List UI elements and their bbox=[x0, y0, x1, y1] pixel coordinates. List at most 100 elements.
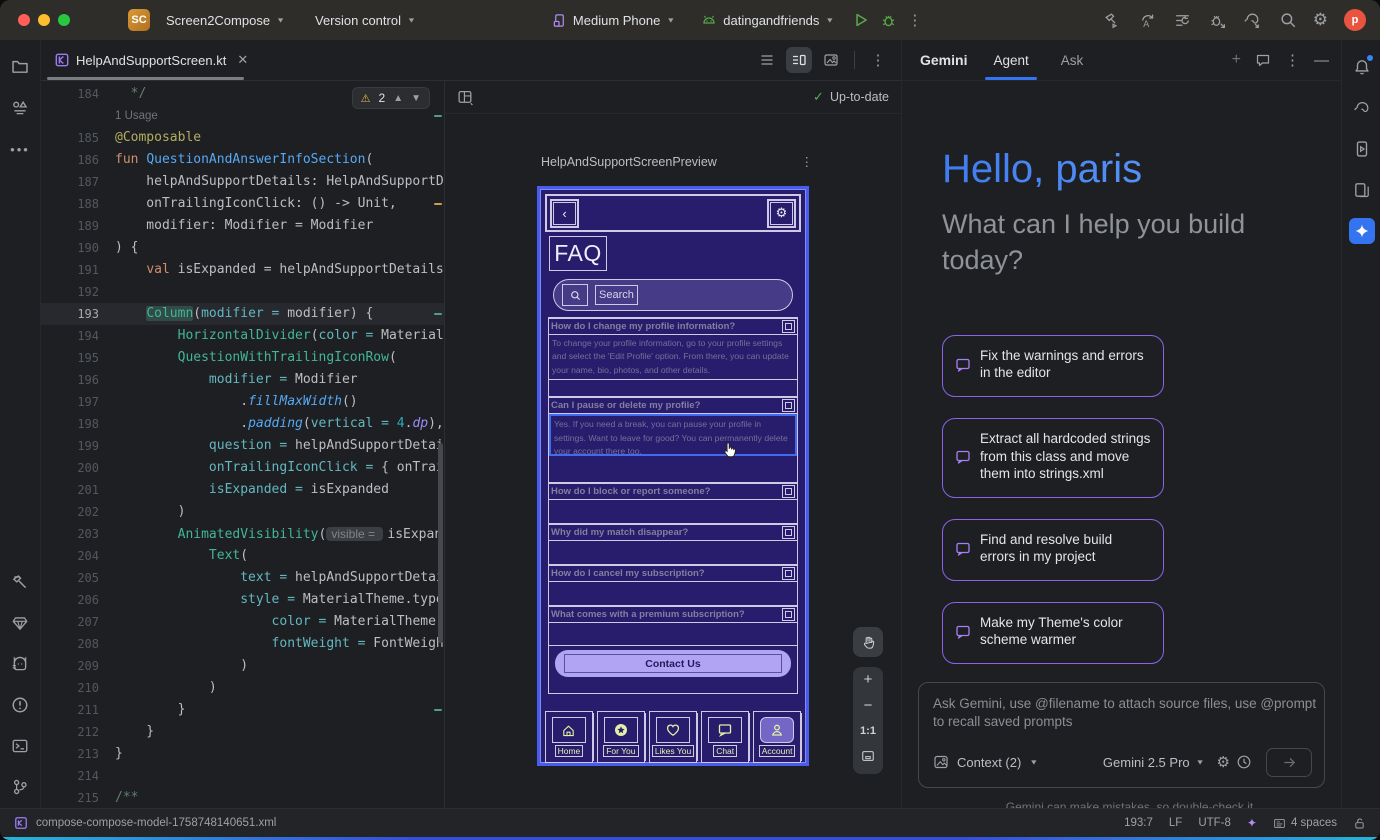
code-line[interactable]: 186fun QuestionAndAnswerInfoSection( bbox=[41, 149, 444, 171]
app-quality-insights-icon[interactable] bbox=[7, 610, 33, 636]
editor-scrollbar[interactable] bbox=[438, 443, 443, 643]
code-line[interactable]: 203 AnimatedVisibility(visible = isExpan bbox=[41, 523, 444, 545]
hide-panel-icon[interactable]: — bbox=[1314, 52, 1329, 69]
code-line[interactable]: 205 text = helpAndSupportDetai bbox=[41, 567, 444, 589]
device-manager-icon[interactable] bbox=[1349, 177, 1375, 203]
gradle-icon[interactable] bbox=[1349, 95, 1375, 121]
zoom-out-button[interactable]: − bbox=[864, 699, 873, 713]
code-line[interactable]: 212 } bbox=[41, 721, 444, 743]
gemini-suggestion-card[interactable]: Extract all hardcoded strings from this … bbox=[942, 418, 1164, 498]
send-button[interactable] bbox=[1266, 748, 1312, 777]
code-line[interactable]: 196 modifier = Modifier bbox=[41, 369, 444, 391]
nav-item-home[interactable]: Home bbox=[545, 711, 593, 763]
version-control-icon[interactable] bbox=[7, 774, 33, 800]
code-line[interactable]: 194 HorizontalDivider(color = Material bbox=[41, 325, 444, 347]
code-view-button[interactable] bbox=[754, 47, 780, 73]
gemini-suggestion-card[interactable]: Fix the warnings and errors in the edito… bbox=[942, 335, 1164, 397]
line-ending[interactable]: LF bbox=[1169, 817, 1182, 829]
code-line[interactable]: 209 ) bbox=[41, 655, 444, 677]
notifications-bell-icon[interactable] bbox=[1349, 54, 1375, 80]
faq-question-row[interactable]: Can I pause or delete my profile? bbox=[549, 397, 797, 414]
more-tool-windows-icon[interactable]: ••• bbox=[7, 136, 33, 162]
attach-debugger-icon[interactable] bbox=[1208, 11, 1227, 30]
debug-button[interactable] bbox=[880, 12, 897, 29]
layout-options-icon[interactable] bbox=[457, 89, 474, 106]
zoom-in-button[interactable]: + bbox=[864, 673, 873, 687]
panel-options-kebab-icon[interactable]: ⋮ bbox=[1285, 51, 1300, 69]
model-selector[interactable]: Gemini 2.5 Pro bbox=[1103, 755, 1190, 770]
code-line[interactable]: 215/** bbox=[41, 787, 444, 808]
chat-history-icon[interactable] bbox=[1255, 52, 1271, 68]
expand-toggle-icon[interactable] bbox=[782, 526, 795, 539]
search-everywhere-icon[interactable] bbox=[1279, 11, 1297, 29]
zoom-ratio-button[interactable]: 1:1 bbox=[860, 725, 876, 737]
expand-toggle-icon[interactable] bbox=[782, 608, 795, 621]
code-line[interactable]: 202 ) bbox=[41, 501, 444, 523]
gemini-suggestion-card[interactable]: Make my Theme's color scheme warmer bbox=[942, 602, 1164, 664]
code-line[interactable]: 197 .fillMaxWidth() bbox=[41, 391, 444, 413]
settings-gear-icon[interactable]: ⚙ bbox=[1313, 10, 1328, 30]
error-stripe-mark[interactable] bbox=[434, 313, 442, 315]
expand-toggle-icon[interactable] bbox=[782, 567, 795, 580]
search-input[interactable]: Search bbox=[595, 285, 638, 305]
code-line[interactable]: 188 onTrailingIconClick: () -> Unit, bbox=[41, 193, 444, 215]
run-button[interactable] bbox=[852, 11, 870, 29]
caret-position[interactable]: 193:7 bbox=[1124, 817, 1153, 829]
settings-button[interactable]: ⚙ bbox=[767, 199, 796, 228]
faq-answer[interactable]: Yes. If you need a break, you can pause … bbox=[549, 414, 797, 456]
faq-answer[interactable] bbox=[549, 582, 797, 606]
resource-manager-icon[interactable] bbox=[7, 95, 33, 121]
faq-answer[interactable]: To change your profile information, go t… bbox=[549, 335, 797, 380]
expand-toggle-icon[interactable] bbox=[782, 320, 795, 333]
apply-changes-icon[interactable]: A bbox=[1138, 11, 1157, 30]
file-encoding[interactable]: UTF-8 bbox=[1198, 817, 1231, 829]
expand-toggle-icon[interactable] bbox=[782, 485, 795, 498]
terminal-icon[interactable] bbox=[7, 733, 33, 759]
ai-spark-icon[interactable]: ✦ bbox=[1247, 816, 1257, 830]
code-line[interactable]: 190) { bbox=[41, 237, 444, 259]
pan-hand-icon[interactable] bbox=[853, 627, 883, 657]
faq-question-row[interactable]: How do I block or report someone? bbox=[549, 483, 797, 500]
error-stripe-mark[interactable] bbox=[434, 709, 442, 711]
code-line[interactable]: 201 isExpanded = isExpanded bbox=[41, 479, 444, 501]
code-line[interactable]: 214 bbox=[41, 765, 444, 787]
back-button[interactable]: ‹ bbox=[550, 199, 579, 228]
code-line[interactable]: 195 QuestionWithTrailingIconRow( bbox=[41, 347, 444, 369]
code-line[interactable]: 200 onTrailingIconClick = { onTrai bbox=[41, 457, 444, 479]
code-line[interactable]: 191 val isExpanded = helpAndSupportDetai… bbox=[41, 259, 444, 281]
faq-question-row[interactable]: How do I cancel my subscription? bbox=[549, 565, 797, 582]
code-line[interactable]: 210 ) bbox=[41, 677, 444, 699]
tab-helpandsupportscreen[interactable]: HelpAndSupportScreen.kt ✕ bbox=[41, 40, 258, 80]
project-selector[interactable]: Screen2Compose ▼ bbox=[158, 9, 293, 32]
code-line[interactable]: 199 question = helpAndSupportDetai bbox=[41, 435, 444, 457]
gradle-sync-icon[interactable] bbox=[1243, 11, 1263, 30]
code-line[interactable]: 193 Column(modifier = modifier) { bbox=[41, 303, 444, 325]
code-editor[interactable]: 184 */1 Usage185@Composable186fun Questi… bbox=[41, 81, 445, 808]
device-selector[interactable]: Medium Phone ▼ bbox=[544, 9, 683, 32]
next-warning-icon[interactable]: ▼ bbox=[411, 93, 421, 104]
more-actions-kebab-icon[interactable]: ⋮ bbox=[907, 11, 922, 29]
contact-us-button[interactable]: Contact Us bbox=[555, 650, 791, 677]
previous-warning-icon[interactable]: ▲ bbox=[393, 93, 403, 104]
faq-question-row[interactable]: What comes with a premium subscription? bbox=[549, 606, 797, 623]
error-stripe-mark[interactable] bbox=[434, 115, 442, 117]
maximize-window-button[interactable] bbox=[58, 14, 70, 26]
close-tab-icon[interactable]: ✕ bbox=[237, 52, 248, 68]
lock-icon[interactable] bbox=[1353, 817, 1366, 830]
build-hammer-icon[interactable] bbox=[7, 569, 33, 595]
minimize-window-button[interactable] bbox=[38, 14, 50, 26]
preview-canvas[interactable]: HelpAndSupportScreenPreview ⋮ ‹ ⚙ FAQ bbox=[445, 114, 901, 808]
nav-item-likes-you[interactable]: Likes You bbox=[649, 711, 697, 763]
inspection-widget[interactable]: ⚠ 2 ▲ ▼ bbox=[352, 87, 430, 109]
code-line[interactable]: 189 modifier: Modifier = Modifier bbox=[41, 215, 444, 237]
code-line[interactable]: 198 .padding(vertical = 4.dp), bbox=[41, 413, 444, 435]
fit-to-screen-button[interactable] bbox=[861, 749, 875, 768]
code-line[interactable]: 192 bbox=[41, 281, 444, 303]
nav-item-for-you[interactable]: For You bbox=[597, 711, 645, 763]
faq-answer[interactable] bbox=[549, 623, 797, 647]
logcat-icon[interactable] bbox=[7, 651, 33, 677]
search-bar[interactable]: Search bbox=[553, 279, 793, 311]
indent-setting[interactable]: 4 spaces bbox=[1273, 817, 1337, 830]
tab-ask[interactable]: Ask bbox=[1057, 40, 1088, 80]
code-line[interactable]: 208 fontWeight = FontWeigh bbox=[41, 633, 444, 655]
